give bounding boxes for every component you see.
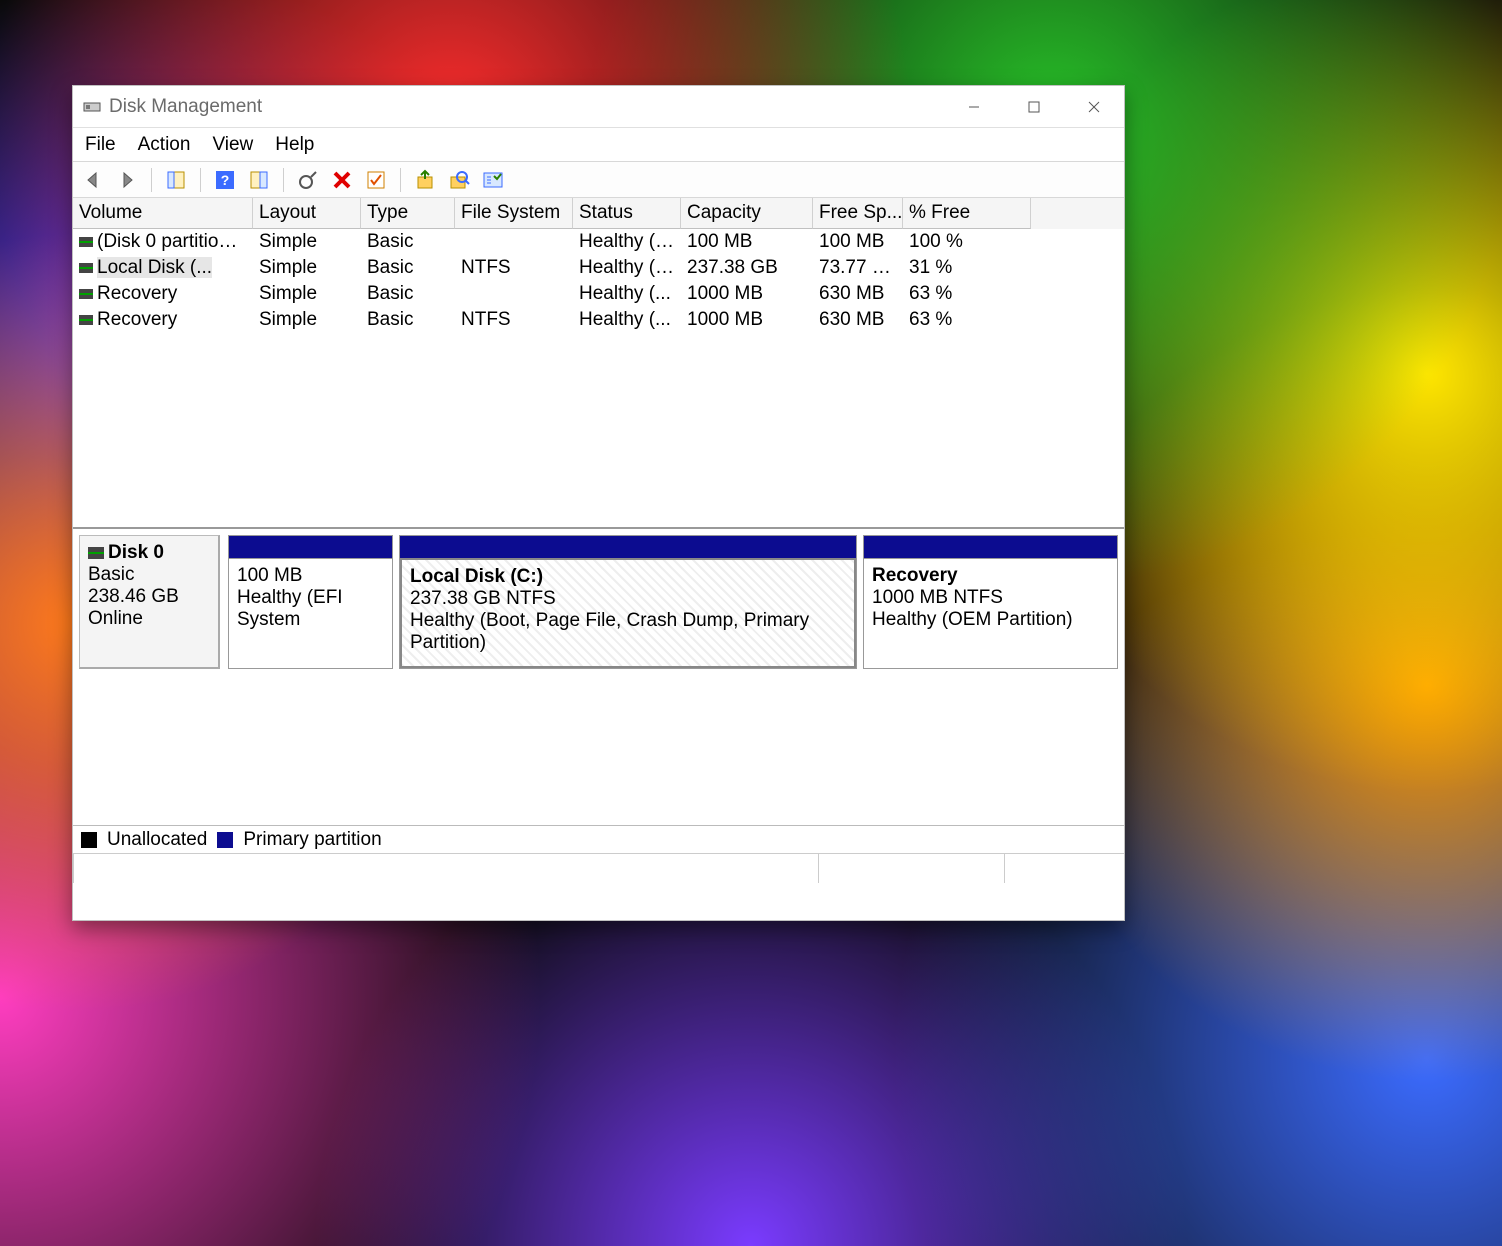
table-row[interactable]: Recovery Simple Basic Healthy (... 1000 …	[73, 281, 1124, 307]
table-row[interactable]: Recovery Simple Basic NTFS Healthy (... …	[73, 307, 1124, 333]
menu-view[interactable]: View	[212, 134, 253, 156]
statusbar	[73, 853, 1124, 883]
minimize-button[interactable]	[944, 87, 1004, 127]
legend-swatch-unallocated	[81, 832, 97, 848]
menu-file[interactable]: File	[85, 134, 116, 156]
volume-list-body[interactable]: (Disk 0 partition 1) Simple Basic Health…	[73, 229, 1124, 527]
statusbar-pane	[818, 854, 1004, 883]
legend-label-primary: Primary partition	[243, 829, 381, 851]
disk-empty-area	[73, 675, 1124, 825]
disk-graphical-view: Disk 0 Basic 238.46 GB Online 100 MB Hea…	[73, 528, 1124, 825]
checklist-icon[interactable]	[362, 166, 390, 194]
partition-status: Healthy (OEM Partition)	[872, 609, 1109, 631]
partition-recovery[interactable]: Recovery 1000 MB NTFS Healthy (OEM Parti…	[863, 535, 1118, 669]
disk-info-panel[interactable]: Disk 0 Basic 238.46 GB Online	[79, 535, 220, 669]
window-controls	[944, 87, 1124, 127]
forward-icon[interactable]	[113, 166, 141, 194]
refresh-icon[interactable]	[294, 166, 322, 194]
col-type[interactable]: Type	[361, 198, 455, 229]
volume-name: (Disk 0 partition 1)	[97, 231, 251, 252]
statusbar-pane	[73, 854, 818, 883]
col-filesystem[interactable]: File System	[455, 198, 573, 229]
col-status[interactable]: Status	[573, 198, 681, 229]
partition-c[interactable]: Local Disk (C:) 237.38 GB NTFS Healthy (…	[399, 535, 857, 669]
partition-color-bar	[864, 536, 1117, 558]
disk-management-icon	[83, 98, 101, 116]
legend-label-unallocated: Unallocated	[107, 829, 207, 851]
search-icon[interactable]	[445, 166, 473, 194]
partition-size: 1000 MB NTFS	[872, 587, 1109, 609]
col-pctfree[interactable]: % Free	[903, 198, 1031, 229]
disk-management-window: Disk Management File Action View Help ?	[72, 85, 1125, 921]
disk-status: Online	[88, 608, 210, 630]
new-icon[interactable]	[411, 166, 439, 194]
window-title: Disk Management	[109, 96, 944, 118]
volume-name: Recovery	[97, 283, 177, 304]
delete-icon[interactable]	[328, 166, 356, 194]
partition-size: 237.38 GB NTFS	[410, 588, 846, 610]
disk-size: 238.46 GB	[88, 586, 210, 608]
legend: Unallocated Primary partition	[73, 825, 1124, 853]
partition-title: Recovery	[872, 565, 1109, 587]
maximize-button[interactable]	[1004, 87, 1064, 127]
disk-type: Basic	[88, 564, 210, 586]
settings-icon[interactable]	[479, 166, 507, 194]
volume-list-header[interactable]: Volume Layout Type File System Status Ca…	[73, 198, 1124, 229]
partition-efi[interactable]: 100 MB Healthy (EFI System	[228, 535, 393, 669]
titlebar[interactable]: Disk Management	[73, 86, 1124, 128]
svg-text:?: ?	[221, 172, 230, 188]
table-row[interactable]: (Disk 0 partition 1) Simple Basic Health…	[73, 229, 1124, 255]
col-freespace[interactable]: Free Sp...	[813, 198, 903, 229]
partition-color-bar	[229, 536, 392, 558]
menu-help[interactable]: Help	[275, 134, 314, 156]
help-icon[interactable]: ?	[211, 166, 239, 194]
partition-status: Healthy (EFI System	[237, 587, 384, 631]
col-volume[interactable]: Volume	[73, 198, 253, 229]
toolbar: ?	[73, 162, 1124, 198]
partition-status: Healthy (Boot, Page File, Crash Dump, Pr…	[410, 610, 846, 654]
volume-name: Recovery	[97, 309, 177, 330]
volume-list: Volume Layout Type File System Status Ca…	[73, 198, 1124, 528]
partition-title: Local Disk (C:)	[410, 566, 846, 588]
table-row[interactable]: Local Disk (... Simple Basic NTFS Health…	[73, 255, 1124, 281]
col-layout[interactable]: Layout	[253, 198, 361, 229]
menubar: File Action View Help	[73, 128, 1124, 162]
close-button[interactable]	[1064, 87, 1124, 127]
disk-name: Disk 0	[108, 542, 164, 563]
properties-icon[interactable]	[245, 166, 273, 194]
menu-action[interactable]: Action	[138, 134, 191, 156]
back-icon[interactable]	[79, 166, 107, 194]
legend-swatch-primary	[217, 832, 233, 848]
show-hide-console-tree-icon[interactable]	[162, 166, 190, 194]
partition-color-bar	[400, 536, 856, 558]
col-capacity[interactable]: Capacity	[681, 198, 813, 229]
partition-size: 100 MB	[237, 565, 384, 587]
statusbar-pane	[1004, 854, 1124, 883]
volume-name: Local Disk (...	[97, 257, 212, 278]
disk-row: Disk 0 Basic 238.46 GB Online 100 MB Hea…	[73, 529, 1124, 675]
